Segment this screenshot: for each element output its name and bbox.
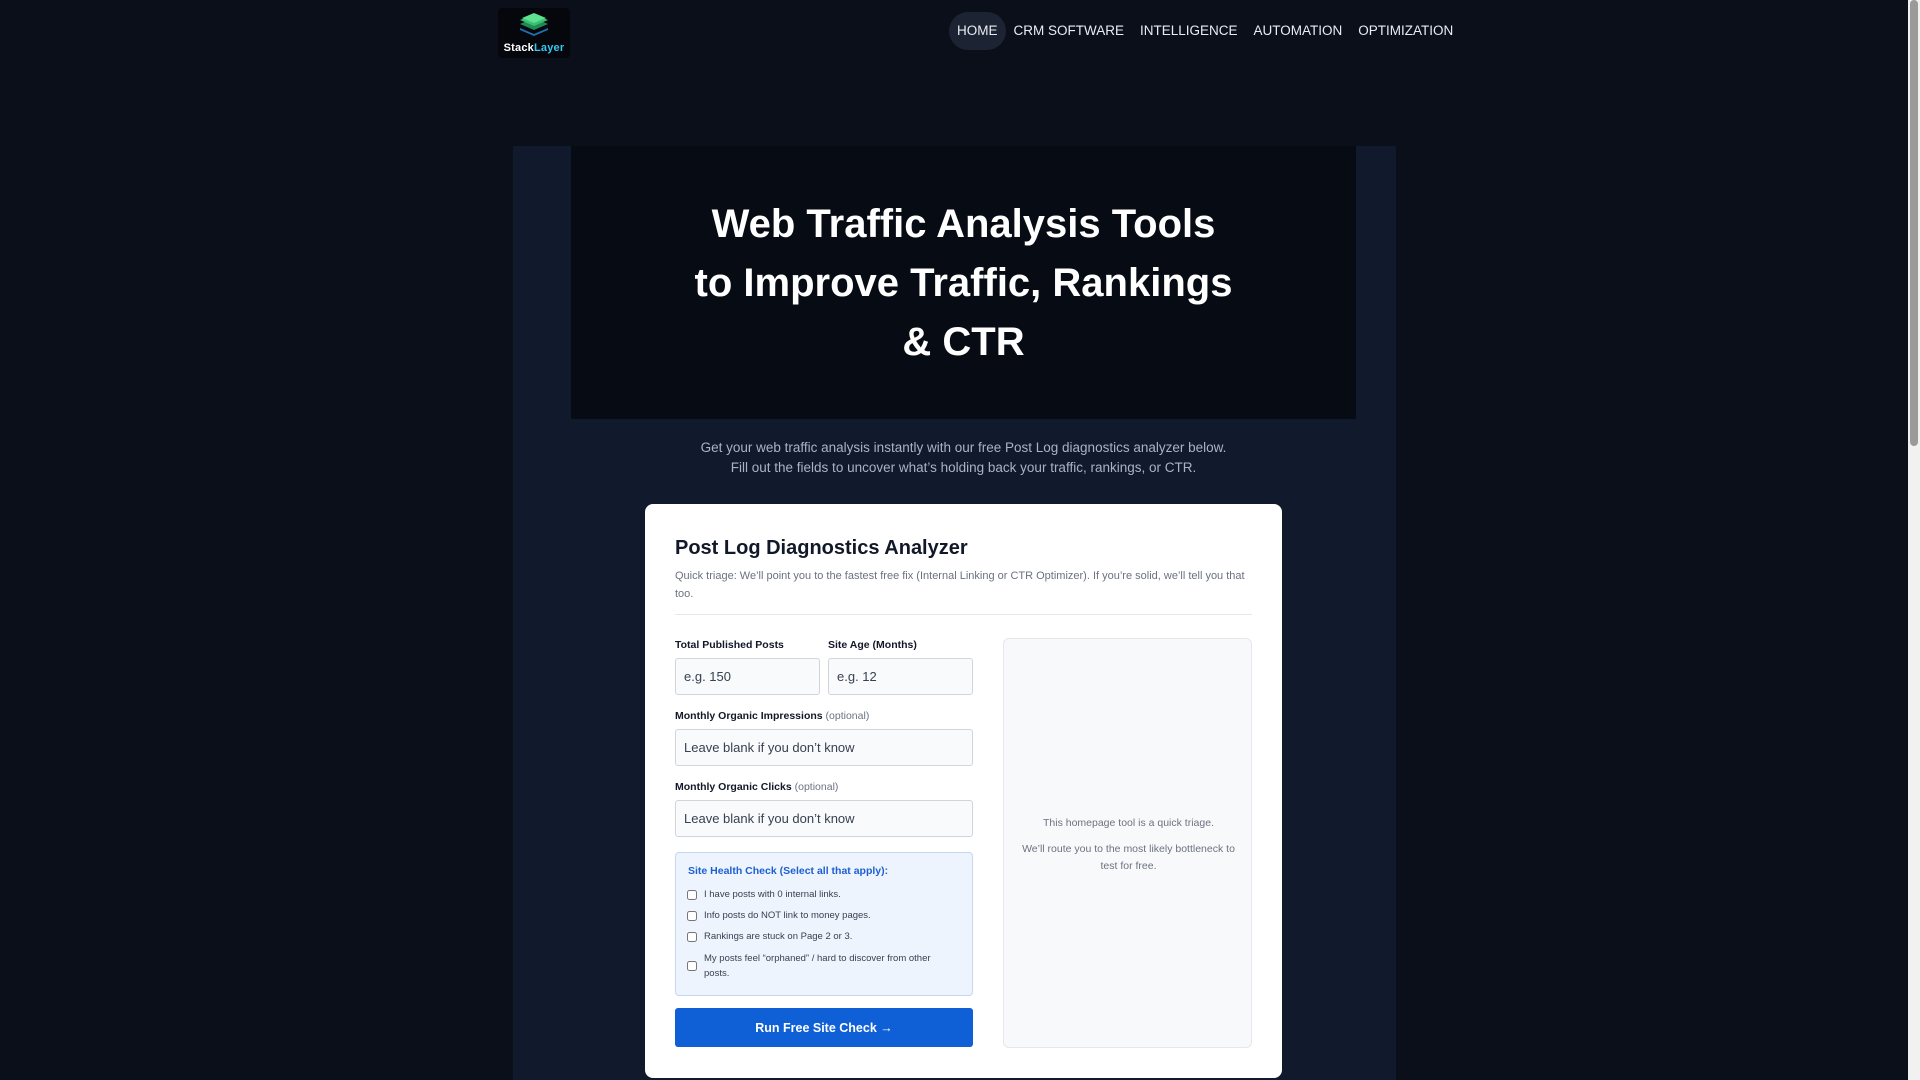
- site-age-label: Site Age (Months): [828, 639, 917, 651]
- analyzer-card: Post Log Diagnostics Analyzer Quick tria…: [645, 504, 1282, 1078]
- nav-item-intelligence[interactable]: INTELLIGENCE: [1132, 12, 1246, 50]
- intro-line-1: Get your web traffic analysis instantly …: [700, 440, 1227, 455]
- total-posts-label: Total Published Posts: [675, 639, 784, 651]
- analyzer-subtitle: Quick triage: We’ll point you to the fas…: [675, 570, 1245, 600]
- health-check-label: Rankings are stuck on Page 2 or 3.: [704, 931, 853, 942]
- site-age-input[interactable]: [828, 658, 973, 695]
- site-health-check: Site Health Check (Select all that apply…: [675, 852, 973, 996]
- nav-item-crm-software[interactable]: CRM SOFTWARE: [1006, 12, 1133, 50]
- nav-item-home[interactable]: HOME: [949, 12, 1006, 50]
- brand-logo[interactable]: StackLayer: [498, 8, 570, 58]
- intro-line-2: Fill out the fields to uncover what’s ho…: [730, 460, 1197, 475]
- main-nav: HOME CRM SOFTWARE INTELLIGENCE AUTOMATIO…: [949, 12, 1461, 50]
- result-placeholder-line-2: We’ll route you to the most likely bottl…: [1022, 843, 1235, 872]
- page-scrollbar[interactable]: [1908, 0, 1920, 1080]
- health-check-label: Info posts do NOT link to money pages.: [704, 910, 871, 921]
- result-placeholder-line-1: This homepage tool is a quick triage.: [1042, 817, 1214, 829]
- clicks-label: Monthly Organic Clicks (optional): [675, 781, 839, 793]
- health-check-item[interactable]: My posts feel “orphaned” / hard to disco…: [687, 951, 957, 981]
- scrollbar-thumb[interactable]: [1910, 0, 1918, 446]
- run-site-check-button[interactable]: Run Free Site Check →: [675, 1008, 973, 1047]
- health-check-label: My posts feel “orphaned” / hard to disco…: [704, 953, 931, 979]
- layers-icon: [520, 13, 548, 36]
- health-checkbox-money-pages[interactable]: [687, 910, 697, 921]
- intro-text: Get your web traffic analysis instantly …: [571, 438, 1356, 478]
- impressions-input[interactable]: [675, 729, 973, 766]
- divider: [675, 614, 1252, 615]
- health-checkbox-orphaned-posts[interactable]: [687, 961, 697, 971]
- result-panel: This homepage tool is a quick triage. We…: [1003, 638, 1252, 1048]
- total-posts-input[interactable]: [675, 658, 820, 695]
- page-title: Web Traffic Analysis Tools to Improve Tr…: [694, 202, 1233, 364]
- nav-item-automation[interactable]: AUTOMATION: [1246, 12, 1351, 50]
- brand-name: StackLayer: [503, 42, 565, 54]
- clicks-input[interactable]: [675, 800, 973, 837]
- nav-item-optimization[interactable]: OPTIMIZATION: [1350, 12, 1461, 50]
- health-checkbox-stuck-rankings[interactable]: [687, 931, 697, 942]
- health-check-title: Site Health Check (Select all that apply…: [688, 865, 889, 877]
- site-header: StackLayer HOME CRM SOFTWARE INTELLIGENC…: [0, 0, 1908, 64]
- health-check-item[interactable]: I have posts with 0 internal links.: [687, 887, 841, 902]
- impressions-label: Monthly Organic Impressions (optional): [675, 710, 870, 722]
- analyzer-title: Post Log Diagnostics Analyzer: [675, 537, 968, 559]
- health-check-label: I have posts with 0 internal links.: [704, 889, 841, 900]
- health-check-item[interactable]: Info posts do NOT link to money pages.: [687, 908, 871, 923]
- health-checkbox-zero-links[interactable]: [687, 889, 697, 900]
- health-check-item[interactable]: Rankings are stuck on Page 2 or 3.: [687, 929, 852, 944]
